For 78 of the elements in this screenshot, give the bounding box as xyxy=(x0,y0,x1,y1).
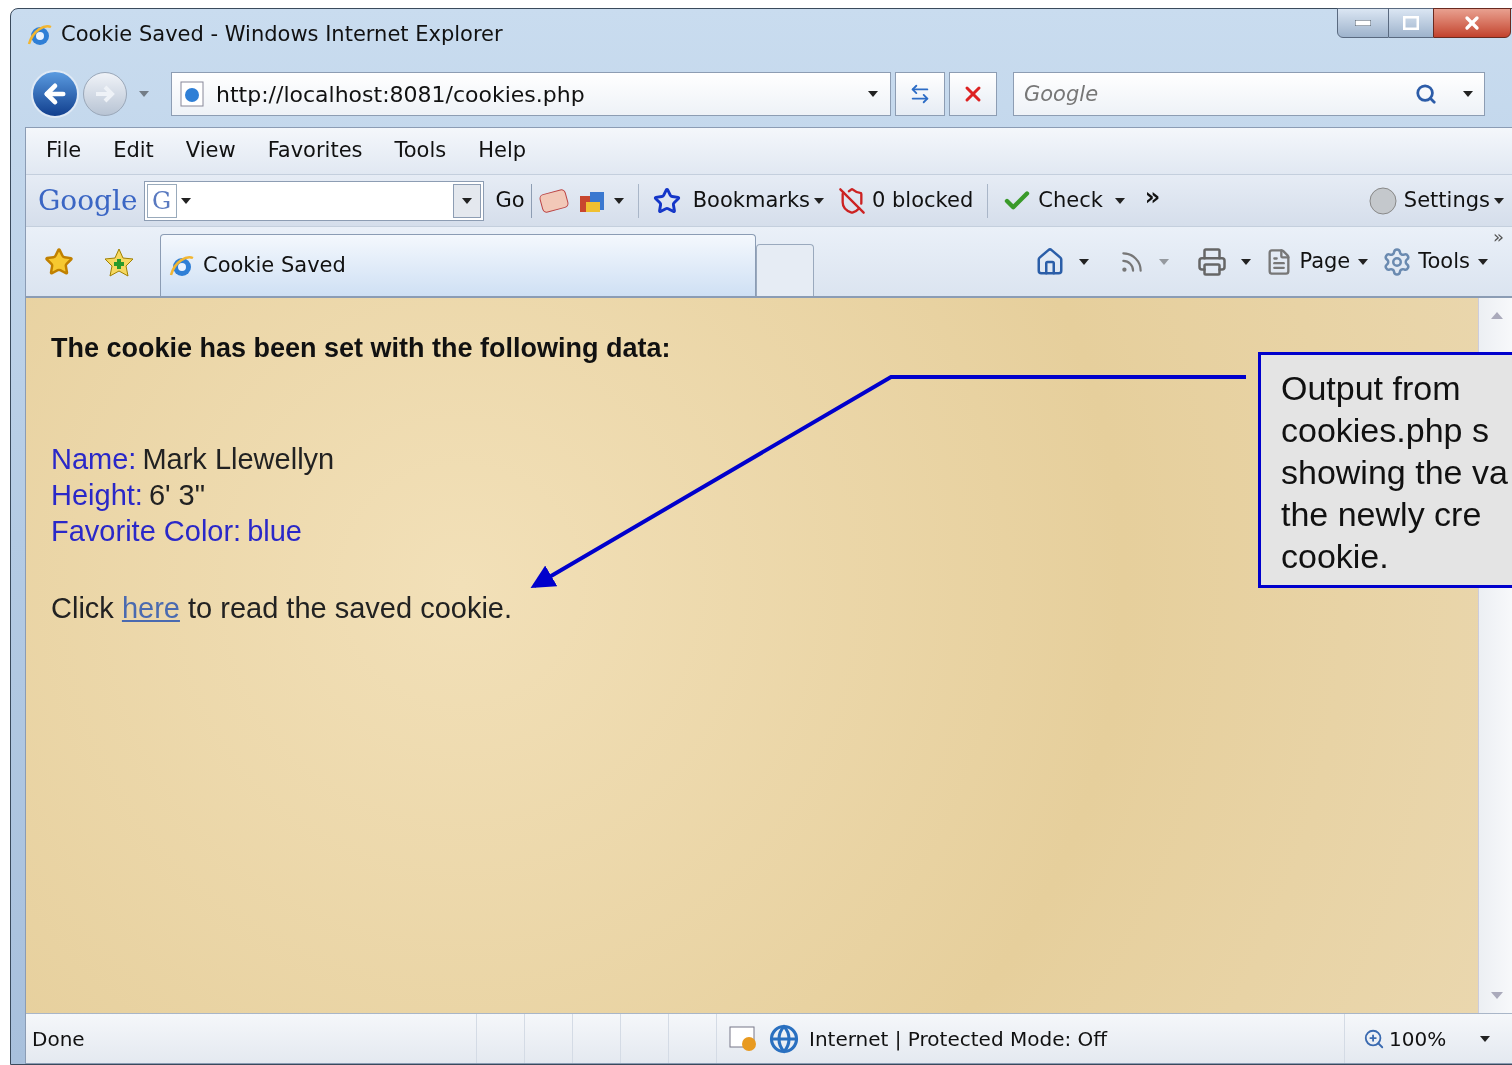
minimize-icon xyxy=(1355,20,1371,26)
menu-item[interactable]: File xyxy=(46,135,82,167)
page-heading: The cookie has been set with the following data: xyxy=(51,332,672,365)
field-value: Mark Llewellyn xyxy=(142,441,335,477)
menu-item[interactable]: Favorites xyxy=(267,135,363,167)
zoom-icon xyxy=(1363,1027,1385,1050)
stop-button[interactable] xyxy=(949,72,997,116)
home-icon[interactable] xyxy=(1035,246,1066,277)
callout-text: Output from xyxy=(1281,368,1461,409)
settings-button[interactable]: Settings xyxy=(1403,184,1504,217)
refresh-icon xyxy=(909,83,931,105)
protected-mode-icon xyxy=(729,1024,759,1053)
url-caret-icon[interactable] xyxy=(868,91,878,97)
search-engine-button[interactable]: G xyxy=(146,183,177,218)
bookmarks-button[interactable]: Bookmarks xyxy=(692,184,824,217)
search-icon[interactable] xyxy=(1415,83,1437,105)
instruction-text: Click here to read the saved cookie. xyxy=(51,590,514,626)
search-caret-icon[interactable] xyxy=(1463,91,1473,97)
zoom-level[interactable]: 100% xyxy=(1389,1023,1447,1054)
back-button[interactable] xyxy=(31,70,79,118)
browser-logo-icon xyxy=(27,22,53,48)
forward-arrow-icon xyxy=(94,85,116,103)
print-caret-icon[interactable] xyxy=(1241,258,1252,265)
toolbar-search-field[interactable]: G xyxy=(143,180,484,221)
dropdown-caret-icon[interactable] xyxy=(461,197,472,204)
chevron-button[interactable]: » xyxy=(1493,227,1504,246)
home-caret-icon[interactable] xyxy=(1079,258,1090,265)
refresh-button[interactable] xyxy=(895,72,945,116)
more-button[interactable]: » xyxy=(1144,178,1161,215)
caret-icon[interactable] xyxy=(613,197,624,204)
status-text: Done xyxy=(31,1025,86,1053)
star-icon xyxy=(652,186,681,215)
engine-caret-icon[interactable] xyxy=(180,197,191,204)
print-icon[interactable] xyxy=(1197,246,1228,277)
maximize-button[interactable] xyxy=(1389,8,1433,38)
field-label: Height: xyxy=(51,477,143,513)
blocked-count[interactable]: 0 blocked xyxy=(872,184,974,217)
caret-icon[interactable] xyxy=(1478,258,1488,265)
page-button[interactable]: Page xyxy=(1299,245,1369,278)
popup-blocker-icon xyxy=(838,186,866,215)
check-button[interactable]: Check xyxy=(1038,184,1125,217)
browser-tab[interactable]: Cookie Saved xyxy=(160,234,756,296)
zoom-caret-icon[interactable] xyxy=(1480,1035,1491,1042)
address-field[interactable]: http://localhost:8081/cookies.php xyxy=(171,72,891,116)
tools-button[interactable]: Tools xyxy=(1418,245,1488,278)
menu-item[interactable]: View xyxy=(185,135,236,167)
url-text: http://localhost:8081/cookies.php xyxy=(216,80,586,109)
callout-text: cookies.php s xyxy=(1281,410,1489,451)
caret-icon[interactable] xyxy=(1114,197,1125,204)
minimize-button[interactable] xyxy=(1337,8,1389,38)
menu-item[interactable]: Help xyxy=(478,135,527,167)
callout-text: the newly cre xyxy=(1281,494,1482,535)
search-field[interactable]: Google xyxy=(1013,72,1485,116)
toolbar-logo: Google xyxy=(38,182,138,219)
maximize-icon xyxy=(1403,16,1419,30)
caret-icon[interactable] xyxy=(1494,197,1504,204)
security-zone-text: Internet | Protected Mode: Off xyxy=(809,1025,1108,1053)
caret-icon[interactable] xyxy=(814,197,824,204)
close-icon xyxy=(1462,13,1482,33)
field-label: Favorite Color: xyxy=(51,513,242,549)
favorites-star-icon[interactable] xyxy=(44,246,74,277)
menu-item[interactable]: Edit xyxy=(113,135,154,167)
go-button[interactable]: Go xyxy=(495,184,525,217)
caret-icon[interactable] xyxy=(1358,258,1369,265)
globe-icon xyxy=(769,1023,799,1054)
window-title: Cookie Saved - Windows Internet Explorer xyxy=(61,21,503,49)
field-value: 6' 3" xyxy=(148,477,206,513)
menu-item[interactable]: Tools xyxy=(394,135,447,167)
gear-icon xyxy=(1382,246,1413,277)
field-label: Name: xyxy=(51,441,137,477)
close-button[interactable] xyxy=(1433,8,1511,38)
field-value: blue xyxy=(247,513,302,549)
callout-text: cookie. xyxy=(1281,536,1389,577)
page-icon xyxy=(178,80,206,108)
dropdown-button[interactable] xyxy=(452,183,481,218)
add-favorite-icon[interactable] xyxy=(104,246,134,277)
here-link[interactable]: here xyxy=(121,591,180,624)
callout-text: showing the va xyxy=(1281,452,1508,493)
